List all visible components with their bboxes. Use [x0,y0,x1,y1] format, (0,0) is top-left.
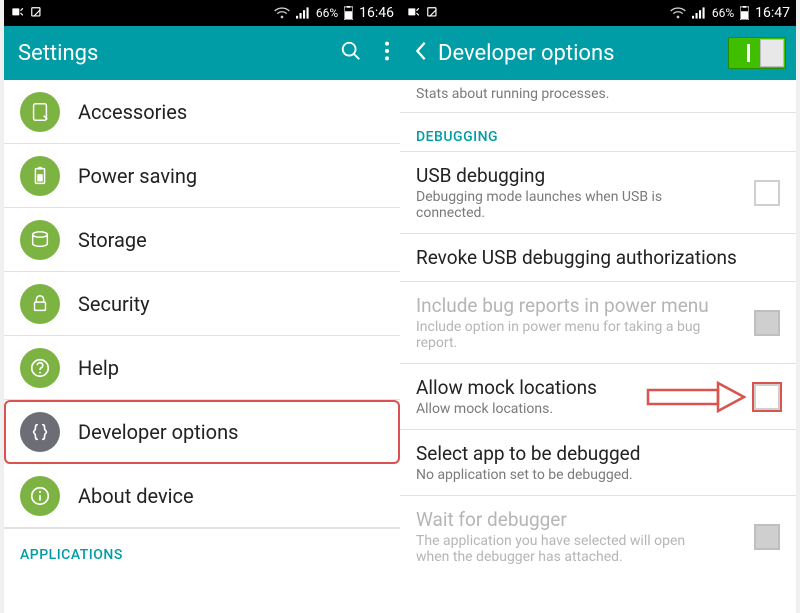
help-icon [20,348,60,388]
settings-item-storage[interactable]: Storage [4,208,400,272]
option-revoke-usb-auth[interactable]: Revoke USB debugging authorizations [400,234,796,282]
option-wait-for-debugger: Wait for debugger The application you ha… [400,496,796,577]
settings-item-power-saving[interactable]: Power saving [4,144,400,208]
option-subtitle: Debugging mode launches when USB is conn… [416,189,716,221]
info-icon [20,476,60,516]
settings-item-label: Security [78,292,150,316]
section-applications: APPLICATIONS [4,528,400,569]
settings-item-label: Developer options [78,420,238,444]
clock: 16:46 [359,5,394,21]
status-bar: 66% 16:46 [4,0,400,26]
option-usb-debugging[interactable]: USB debugging Debugging mode launches wh… [400,152,796,234]
settings-item-security[interactable]: Security [4,272,400,336]
section-debugging: DEBUGGING [400,113,796,152]
settings-item-label: Storage [78,228,147,252]
option-select-debug-app[interactable]: Select app to be debugged No application… [400,430,796,496]
clock: 16:47 [755,5,790,21]
settings-item-developer-options[interactable]: Developer options [4,400,400,464]
settings-item-label: Accessories [78,100,187,124]
accessories-icon [20,92,60,132]
option-subtitle: Allow mock locations. [416,401,716,417]
settings-screen: 66% 16:46 Settings Accessories [4,0,400,613]
power-icon [20,156,60,196]
wifi-icon [670,7,686,19]
option-title: Include bug reports in power menu [416,294,780,317]
page-title: Developer options [438,41,614,66]
option-title: Select app to be debugged [416,442,780,465]
option-title: USB debugging [416,164,780,187]
option-subtitle: No application set to be debugged. [416,467,716,483]
process-stats-sub: Stats about running processes. [416,86,780,102]
overflow-menu-icon[interactable] [384,40,390,66]
lock-icon [20,284,60,324]
storage-icon [20,220,60,260]
settings-item-label: Power saving [78,164,197,188]
developer-options-header: Developer options [400,26,796,80]
back-icon[interactable] [414,40,428,66]
battery-percentage: 66% [316,6,338,20]
page-title: Settings [18,41,98,66]
option-subtitle: The application you have selected will o… [416,533,716,565]
wifi-icon [274,7,290,19]
option-title: Wait for debugger [416,508,780,531]
wait-debugger-checkbox [754,524,780,550]
option-bug-reports-power-menu: Include bug reports in power menu Includ… [400,282,796,364]
notification-icon-1 [10,6,24,20]
search-icon[interactable] [340,40,362,66]
settings-item-help[interactable]: Help [4,336,400,400]
status-bar: 66% 16:47 [400,0,796,26]
braces-icon [20,412,60,452]
developer-options-screen: 66% 16:47 Developer options Stats about … [400,0,796,613]
settings-item-label: About device [78,484,194,508]
signal-icon [296,7,310,19]
option-subtitle: Include option in power menu for taking … [416,319,716,351]
developer-options-toggle[interactable] [728,37,786,69]
battery-icon [344,6,353,20]
battery-icon [740,6,749,20]
bug-reports-checkbox [754,310,780,336]
option-title: Revoke USB debugging authorizations [416,246,780,269]
settings-item-accessories[interactable]: Accessories [4,80,400,144]
battery-percentage: 66% [712,6,734,20]
settings-header: Settings [4,26,400,80]
settings-item-label: Help [78,356,119,380]
option-allow-mock-locations[interactable]: Allow mock locations Allow mock location… [400,364,796,430]
settings-item-about-device[interactable]: About device [4,464,400,528]
mock-locations-checkbox[interactable] [754,384,780,410]
notification-icon-2 [426,6,440,20]
signal-icon [692,7,706,19]
notification-icon-1 [406,6,420,20]
settings-list: Accessories Power saving Storage Securit… [4,80,400,569]
option-title: Allow mock locations [416,376,780,399]
cutoff-process-stats[interactable]: Stats about running processes. [400,80,796,113]
notification-icon-2 [30,6,44,20]
usb-debugging-checkbox[interactable] [754,180,780,206]
